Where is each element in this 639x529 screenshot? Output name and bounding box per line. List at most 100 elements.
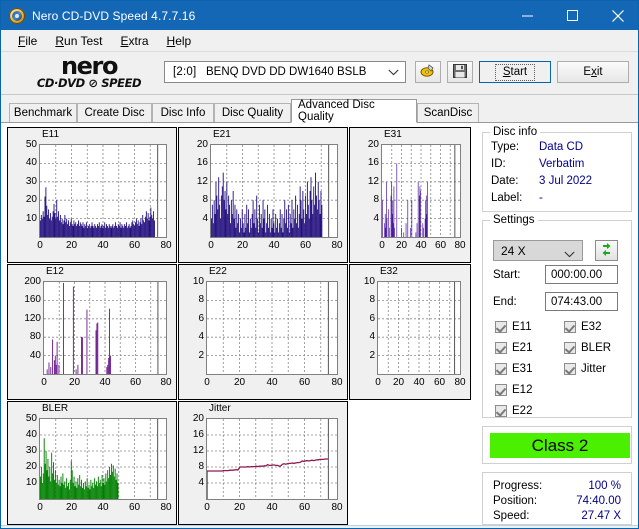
eject-disc-button[interactable]: [415, 61, 441, 83]
chevron-down-icon[interactable]: [388, 67, 399, 79]
tab-scandisc[interactable]: ScanDisc: [417, 103, 479, 122]
y-tick-label: 16: [192, 429, 204, 440]
maximize-button[interactable]: [550, 1, 595, 30]
position-label: Position:: [493, 495, 538, 507]
checkbox-box-icon[interactable]: [495, 384, 507, 396]
x-tick-label: 80: [160, 502, 172, 513]
drive-prefix: [2:0]: [173, 66, 197, 78]
content-panel: E11 10 20 30 40 50 0 20 40 60 80 E21 4 8 12 16 20 0 20 40 6…: [1, 122, 638, 528]
x-tick-label: 80: [331, 240, 343, 251]
x-tick-label: 60: [129, 377, 142, 388]
menu-file[interactable]: FFileile: [9, 32, 46, 50]
checkbox-e21[interactable]: E21: [495, 342, 532, 354]
checkbox-bler[interactable]: BLER: [564, 342, 611, 354]
x-tick-label: 0: [41, 377, 47, 388]
app-window: Nero CD-DVD Speed 4.7.7.16 FFileile Run …: [0, 0, 639, 529]
nero-app-icon: [9, 7, 25, 24]
y-tick-label: 10: [363, 276, 375, 287]
menu-help[interactable]: Help: [158, 32, 201, 50]
disc-label-label: Label:: [491, 192, 523, 204]
plot-area-jitter: [206, 418, 338, 500]
status-bar: [1, 525, 638, 528]
tab-create-disc[interactable]: Create Disc: [77, 103, 152, 122]
disc-info-title: Disc info: [490, 126, 541, 138]
speed-select[interactable]: 24 X: [493, 240, 583, 261]
checkbox-box-icon[interactable]: [495, 363, 507, 375]
x-tick-label: 80: [160, 377, 172, 388]
y-tick-label: 10: [192, 276, 204, 287]
chart-panel-e12: E12 40 80 120 160 200 0 20 40 60 80: [7, 264, 177, 400]
plot-area-e21: [210, 144, 338, 238]
checkbox-box-icon[interactable]: [564, 363, 576, 375]
checkbox-e12[interactable]: E12: [495, 384, 532, 396]
toolbar: nero CD·DVD ⊘ SPEED [2:0] BENQ DVD DD DW…: [1, 53, 638, 95]
start-time-label: Start:: [493, 269, 521, 281]
tab-disc-info[interactable]: Disc Info: [152, 103, 214, 122]
x-tick-label: 20: [236, 240, 249, 251]
x-tick-label: 0: [204, 377, 210, 388]
window-controls: [505, 1, 638, 30]
minimize-button[interactable]: [505, 1, 550, 30]
y-tick-label: 30: [25, 445, 37, 456]
settings-group: Settings 24 X Start: 000:00.00 End: 074:…: [482, 214, 632, 418]
end-time-label: End:: [493, 296, 517, 308]
speed-select-value: 24 X: [501, 243, 526, 258]
y-tick-label: 160: [24, 294, 41, 306]
tab-benchmark[interactable]: Benchmark: [9, 103, 77, 122]
disc-label-value: -: [539, 192, 543, 204]
checkbox-jitter[interactable]: Jitter: [564, 363, 606, 375]
chevron-down-icon[interactable]: [557, 247, 575, 261]
tab-disc-quality[interactable]: Disc Quality: [214, 103, 291, 122]
title-bar: Nero CD-DVD Speed 4.7.7.16: [1, 1, 638, 30]
drive-select[interactable]: [2:0] BENQ DVD DD DW1640 BSLB: [164, 61, 406, 83]
y-tick-label: 30: [25, 175, 37, 187]
exit-button[interactable]: Exit: [557, 61, 629, 83]
y-tick-label: 40: [25, 429, 37, 440]
y-tick-label: 20: [25, 461, 37, 472]
close-button[interactable]: [595, 1, 638, 30]
x-tick-label: 80: [160, 240, 172, 251]
checkbox-box-icon[interactable]: [495, 405, 507, 417]
save-button[interactable]: [447, 61, 473, 83]
chart-panel-e11: E11 10 20 30 40 50 0 20 40 60 80: [7, 127, 177, 263]
y-tick-label: 40: [29, 349, 41, 361]
logo-main-text: nero: [60, 52, 118, 80]
x-tick-label: 60: [433, 377, 446, 388]
x-tick-label: 20: [65, 502, 78, 513]
menu-run-test[interactable]: Run Test: [46, 32, 111, 50]
speed-label: Speed:: [493, 510, 530, 522]
x-tick-label: 80: [454, 377, 466, 388]
checkbox-box-icon[interactable]: [495, 321, 507, 333]
checkbox-box-icon[interactable]: [564, 342, 576, 354]
x-tick-label: 0: [37, 502, 43, 513]
refresh-arrows-icon: [599, 242, 614, 260]
checkbox-e32[interactable]: E32: [564, 321, 601, 333]
menu-extra[interactable]: Extra: [112, 32, 158, 50]
y-tick-label: 120: [24, 312, 41, 324]
start-time-field[interactable]: 000:00.00: [545, 265, 618, 284]
start-button[interactable]: Start: [479, 61, 551, 83]
refresh-button[interactable]: [595, 240, 618, 261]
y-tick-label: 10: [25, 212, 37, 224]
nero-logo: nero CD·DVD ⊘ SPEED: [19, 52, 159, 93]
checkbox-box-icon[interactable]: [495, 342, 507, 354]
checkbox-label: E12: [512, 384, 533, 396]
x-tick-label: 60: [298, 502, 311, 513]
x-tick-label: 40: [97, 502, 109, 513]
y-tick-label: 4: [373, 212, 379, 224]
tab-strip: Benchmark Create Disc Disc Info Disc Qua…: [1, 99, 638, 123]
position-value: 74:40.00: [576, 495, 621, 507]
checkbox-box-icon[interactable]: [564, 321, 576, 333]
y-tick-label: 8: [198, 294, 204, 306]
checkbox-e22[interactable]: E22: [495, 405, 532, 417]
x-tick-label: 40: [413, 377, 425, 388]
y-tick-label: 12: [196, 175, 208, 187]
y-tick-label: 4: [198, 331, 204, 343]
checkbox-e31[interactable]: E31: [495, 363, 532, 375]
disc-date-value: 3 Jul 2022: [539, 175, 593, 187]
tab-advanced-disc-quality[interactable]: Advanced Disc Quality: [291, 99, 417, 123]
plot-area-e31: [381, 144, 461, 238]
y-tick-label: 50: [25, 139, 37, 150]
end-time-field[interactable]: 074:43.00: [545, 292, 618, 311]
checkbox-e11[interactable]: E11: [495, 321, 532, 333]
